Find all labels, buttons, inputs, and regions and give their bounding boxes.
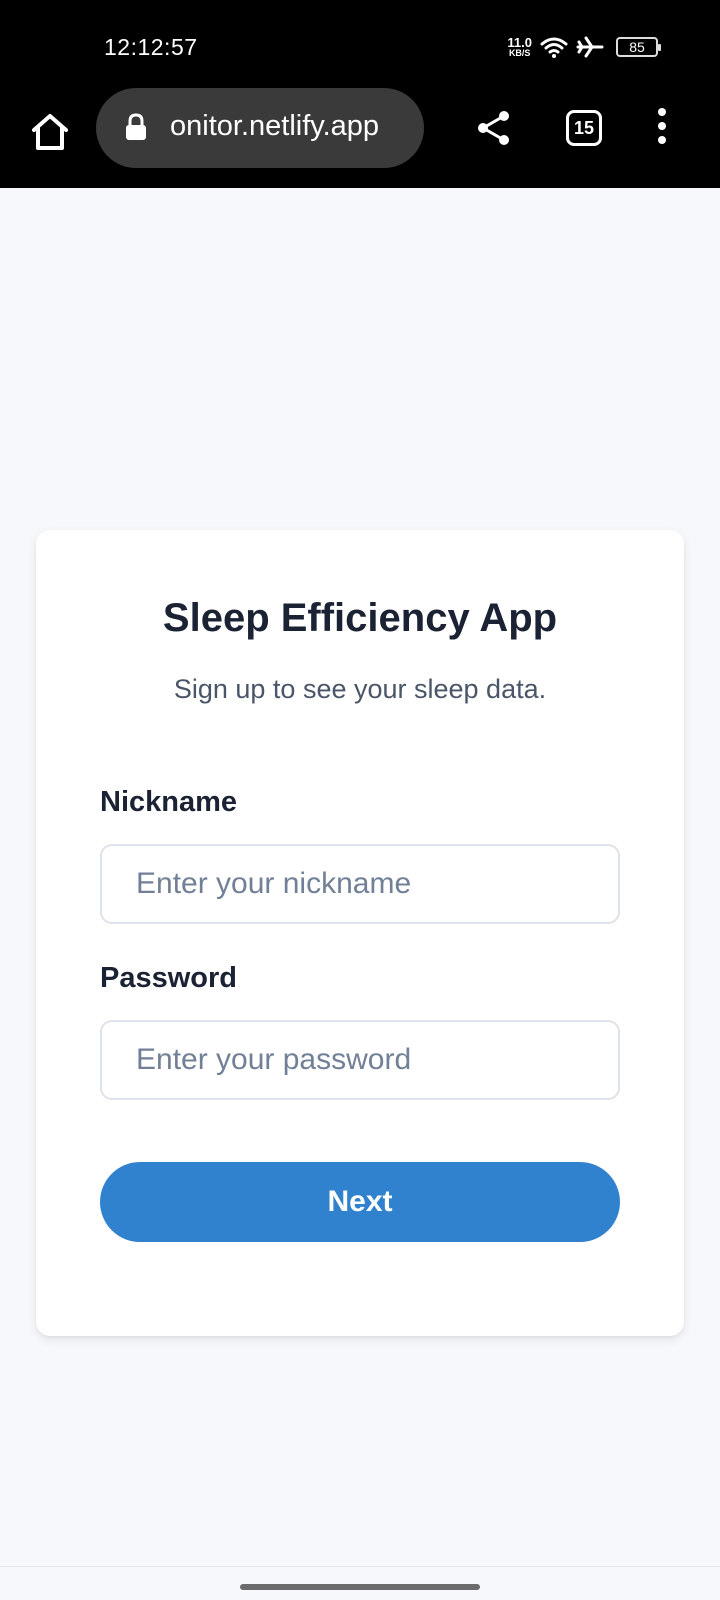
signup-subtitle: Sign up to see your sleep data. [173,674,547,704]
address-bar[interactable]: onitor.netlify.app [96,88,424,168]
next-button[interactable]: Next [100,1162,620,1242]
more-icon[interactable] [654,108,670,148]
url-text: onitor.netlify.app [170,110,380,142]
network-speed: 11.0 KB/S [507,36,532,58]
home-icon[interactable] [28,110,72,154]
airplane-icon [576,36,604,58]
signup-card: Sleep Efficiency App Sign up to see your… [36,530,684,1336]
password-input[interactable] [100,1020,620,1100]
status-time: 12:12:57 [104,34,198,60]
battery-icon: 85 [616,37,661,57]
password-label: Password [100,962,237,994]
share-icon[interactable] [474,108,514,148]
wifi-icon [540,37,568,58]
gesture-nav-handle[interactable] [240,1584,480,1590]
tabs-button[interactable]: 15 [566,110,602,146]
browser-toolbar: onitor.netlify.app 15 [0,88,720,188]
nickname-label: Nickname [100,786,238,818]
nickname-input[interactable] [100,844,620,924]
status-bar: 12:12:57 11.0 KB/S 85 [0,0,720,88]
network-speed-unit: KB/S [508,48,531,58]
bottom-divider [0,1566,720,1567]
lock-icon [126,113,146,140]
status-icons: 11.0 KB/S 85 [507,32,661,62]
app-title: Sleep Efficiency App [162,596,558,640]
